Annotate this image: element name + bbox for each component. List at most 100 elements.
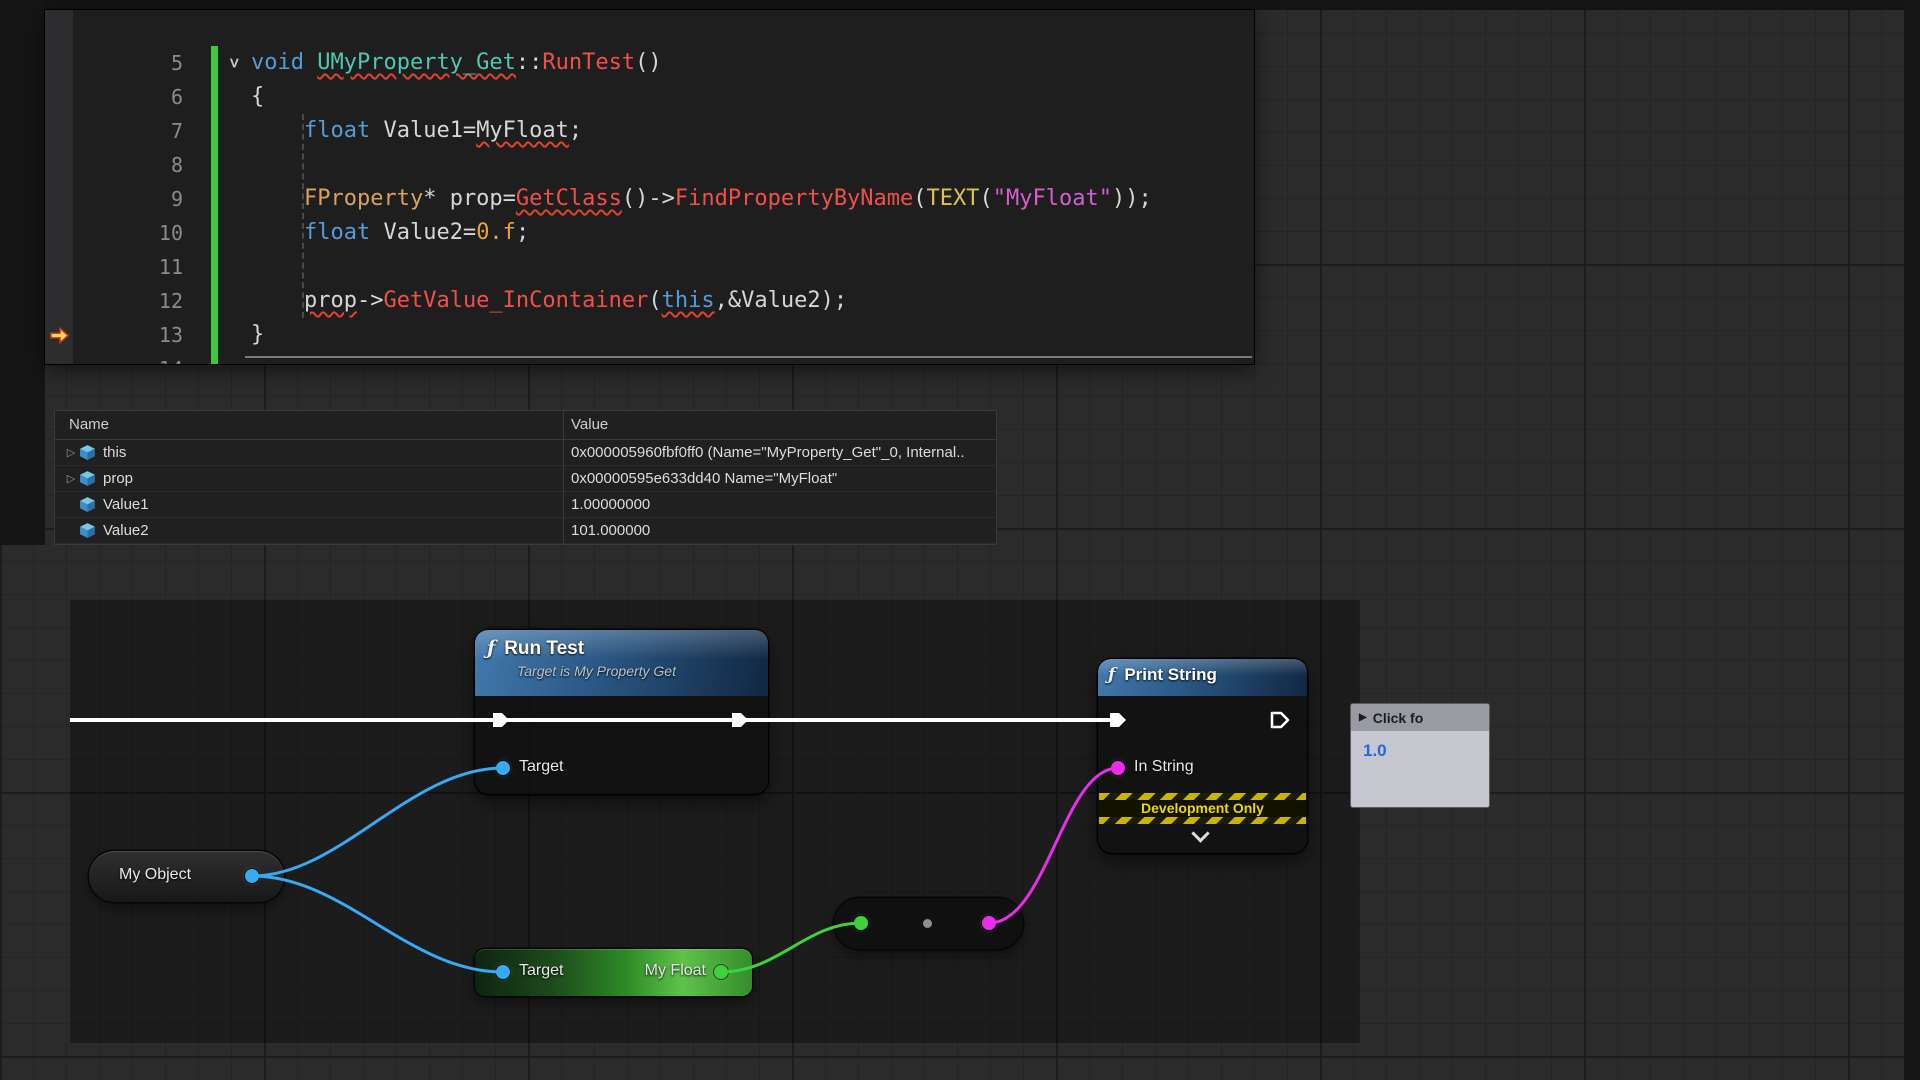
- code-editor[interactable]: 5void UMyProperty_Get::RunTest()>6{7 flo…: [45, 10, 1254, 364]
- watch-row[interactable]: ▷ this 0x000005960fbf0ff0 (Name="MyPropert…: [55, 440, 996, 466]
- development-only-label: Development Only: [1099, 800, 1306, 817]
- print-string-header[interactable]: ƒPrint String: [1098, 659, 1307, 696]
- indent-guide: [302, 114, 304, 318]
- breakpoint-margin[interactable]: [45, 250, 73, 284]
- my-float-output-pin[interactable]: [714, 965, 728, 979]
- code-line[interactable]: 6{: [45, 80, 1254, 114]
- my-float-pin-label: My Float: [645, 962, 706, 980]
- code-token: (: [913, 186, 926, 211]
- watch-name[interactable]: prop: [103, 470, 133, 487]
- watch-name[interactable]: this: [103, 444, 126, 461]
- target-pin-label: Target: [519, 758, 563, 776]
- code-token: void: [251, 50, 317, 75]
- code-line[interactable]: 12 prop->GetValue_InContainer(this,&Valu…: [45, 284, 1254, 318]
- watch-row[interactable]: Value2 101.000000: [55, 518, 996, 544]
- code-text[interactable]: [218, 148, 251, 182]
- watch-value[interactable]: 101.000000: [571, 522, 650, 539]
- watch-row[interactable]: ▷ prop 0x00000595e633dd40 Name="MyFloat": [55, 466, 996, 492]
- breakpoint-margin[interactable]: [45, 216, 73, 250]
- code-text[interactable]: [218, 352, 251, 364]
- reroute-knot-icon[interactable]: [923, 919, 932, 928]
- node-title: Print String: [1124, 665, 1217, 684]
- breakpoint-margin[interactable]: [45, 148, 73, 182]
- code-line[interactable]: 7 float Value1=MyFloat;: [45, 114, 1254, 148]
- code-lines[interactable]: 5void UMyProperty_Get::RunTest()>6{7 flo…: [45, 10, 1254, 364]
- get-my-float-node[interactable]: Target My Float: [475, 949, 752, 996]
- run-test-header[interactable]: ƒRun Test Target is My Property Get: [475, 630, 768, 696]
- expander-icon[interactable]: ▷: [63, 446, 79, 459]
- debug-value-label: Click fo: [1373, 710, 1424, 726]
- breakpoint-margin[interactable]: [45, 80, 73, 114]
- editor-scrollbar[interactable]: [245, 356, 1252, 358]
- code-text[interactable]: prop->GetValue_InContainer(this,&Value2)…: [218, 284, 847, 318]
- variable-icon: [79, 496, 96, 513]
- reroute-in-pin[interactable]: [854, 916, 868, 930]
- watch-value[interactable]: 0x00000595e633dd40 Name="MyFloat": [571, 470, 837, 487]
- code-token: ));: [1112, 186, 1152, 211]
- watch-row[interactable]: Value1 1.00000000: [55, 492, 996, 518]
- breakpoint-margin[interactable]: [45, 46, 73, 80]
- change-bar: [211, 250, 218, 284]
- code-token: prop: [304, 288, 357, 313]
- code-line[interactable]: 8: [45, 148, 1254, 182]
- code-line[interactable]: 9 FProperty* prop=GetClass()->FindProper…: [45, 182, 1254, 216]
- target-pin[interactable]: [496, 761, 510, 775]
- code-line[interactable]: 13}: [45, 318, 1254, 352]
- in-string-pin[interactable]: [1111, 761, 1125, 775]
- code-line[interactable]: 11: [45, 250, 1254, 284]
- code-line[interactable]: 14: [45, 352, 1254, 364]
- code-line[interactable]: 5void UMyProperty_Get::RunTest()>: [45, 46, 1254, 80]
- exec-out-pin[interactable]: [729, 709, 751, 731]
- line-number: 5: [73, 46, 211, 80]
- exec-out-pin[interactable]: [1269, 709, 1291, 731]
- code-token: 0.f: [476, 220, 516, 245]
- code-text[interactable]: float Value1=MyFloat;: [218, 114, 582, 148]
- reroute-out-pin[interactable]: [982, 916, 996, 930]
- line-number: 7: [73, 114, 211, 148]
- my-object-node[interactable]: My Object: [89, 851, 284, 902]
- code-token: GetClass: [516, 186, 622, 211]
- name-column-header[interactable]: Name: [69, 416, 109, 433]
- print-string-node[interactable]: ƒPrint String In String Development Only: [1098, 659, 1307, 853]
- debug-value-number[interactable]: 1.0: [1351, 731, 1489, 761]
- debug-value-header[interactable]: ▶ Click fo: [1351, 704, 1489, 731]
- code-text[interactable]: {: [218, 80, 264, 114]
- breakpoint-margin[interactable]: [45, 318, 73, 352]
- object-output-pin[interactable]: [245, 869, 259, 883]
- hazard-stripes: [1099, 793, 1306, 800]
- watch-value[interactable]: 0x000005960fbf0ff0 (Name="MyProperty_Get…: [571, 444, 965, 461]
- code-text[interactable]: FProperty* prop=GetClass()->FindProperty…: [218, 182, 1152, 216]
- code-text[interactable]: }: [218, 318, 264, 352]
- change-bar: [211, 114, 218, 148]
- watch-value[interactable]: 1.00000000: [571, 496, 650, 513]
- reroute-node[interactable]: [834, 898, 1023, 949]
- code-text[interactable]: [218, 250, 251, 284]
- code-line[interactable]: 10 float Value2=0.f;: [45, 216, 1254, 250]
- debug-value-node[interactable]: ▶ Click fo 1.0: [1351, 704, 1489, 807]
- code-token: "MyFloat": [993, 186, 1112, 211]
- line-number: 13: [73, 318, 211, 352]
- watch-name[interactable]: Value1: [103, 496, 149, 513]
- exec-in-pin[interactable]: [1107, 709, 1129, 731]
- breakpoint-margin[interactable]: [45, 182, 73, 216]
- code-text[interactable]: void UMyProperty_Get::RunTest(): [218, 46, 662, 80]
- run-test-node[interactable]: ƒRun Test Target is My Property Get Targ…: [475, 630, 768, 794]
- breakpoint-margin[interactable]: [45, 352, 73, 364]
- code-token: ;: [569, 118, 582, 143]
- expand-chevron-icon[interactable]: [1191, 824, 1209, 842]
- fold-chevron-icon[interactable]: >: [229, 46, 249, 80]
- expander-icon[interactable]: ▷: [63, 472, 79, 485]
- value-column-header[interactable]: Value: [571, 416, 608, 433]
- code-token: ;: [516, 220, 529, 245]
- line-number: 9: [73, 182, 211, 216]
- watch-name[interactable]: Value2: [103, 522, 149, 539]
- breakpoint-margin[interactable]: [45, 284, 73, 318]
- variable-icon-cell: [79, 444, 103, 461]
- code-text[interactable]: float Value2=0.f;: [218, 216, 529, 250]
- target-pin[interactable]: [496, 965, 510, 979]
- breakpoint-margin[interactable]: [45, 114, 73, 148]
- watch-window[interactable]: Name Value ▷ this 0x000005960fbf0ff0 (Name…: [55, 411, 996, 544]
- exec-in-pin[interactable]: [490, 709, 512, 731]
- line-number: 8: [73, 148, 211, 182]
- code-token: UMyProperty_Get: [317, 50, 516, 75]
